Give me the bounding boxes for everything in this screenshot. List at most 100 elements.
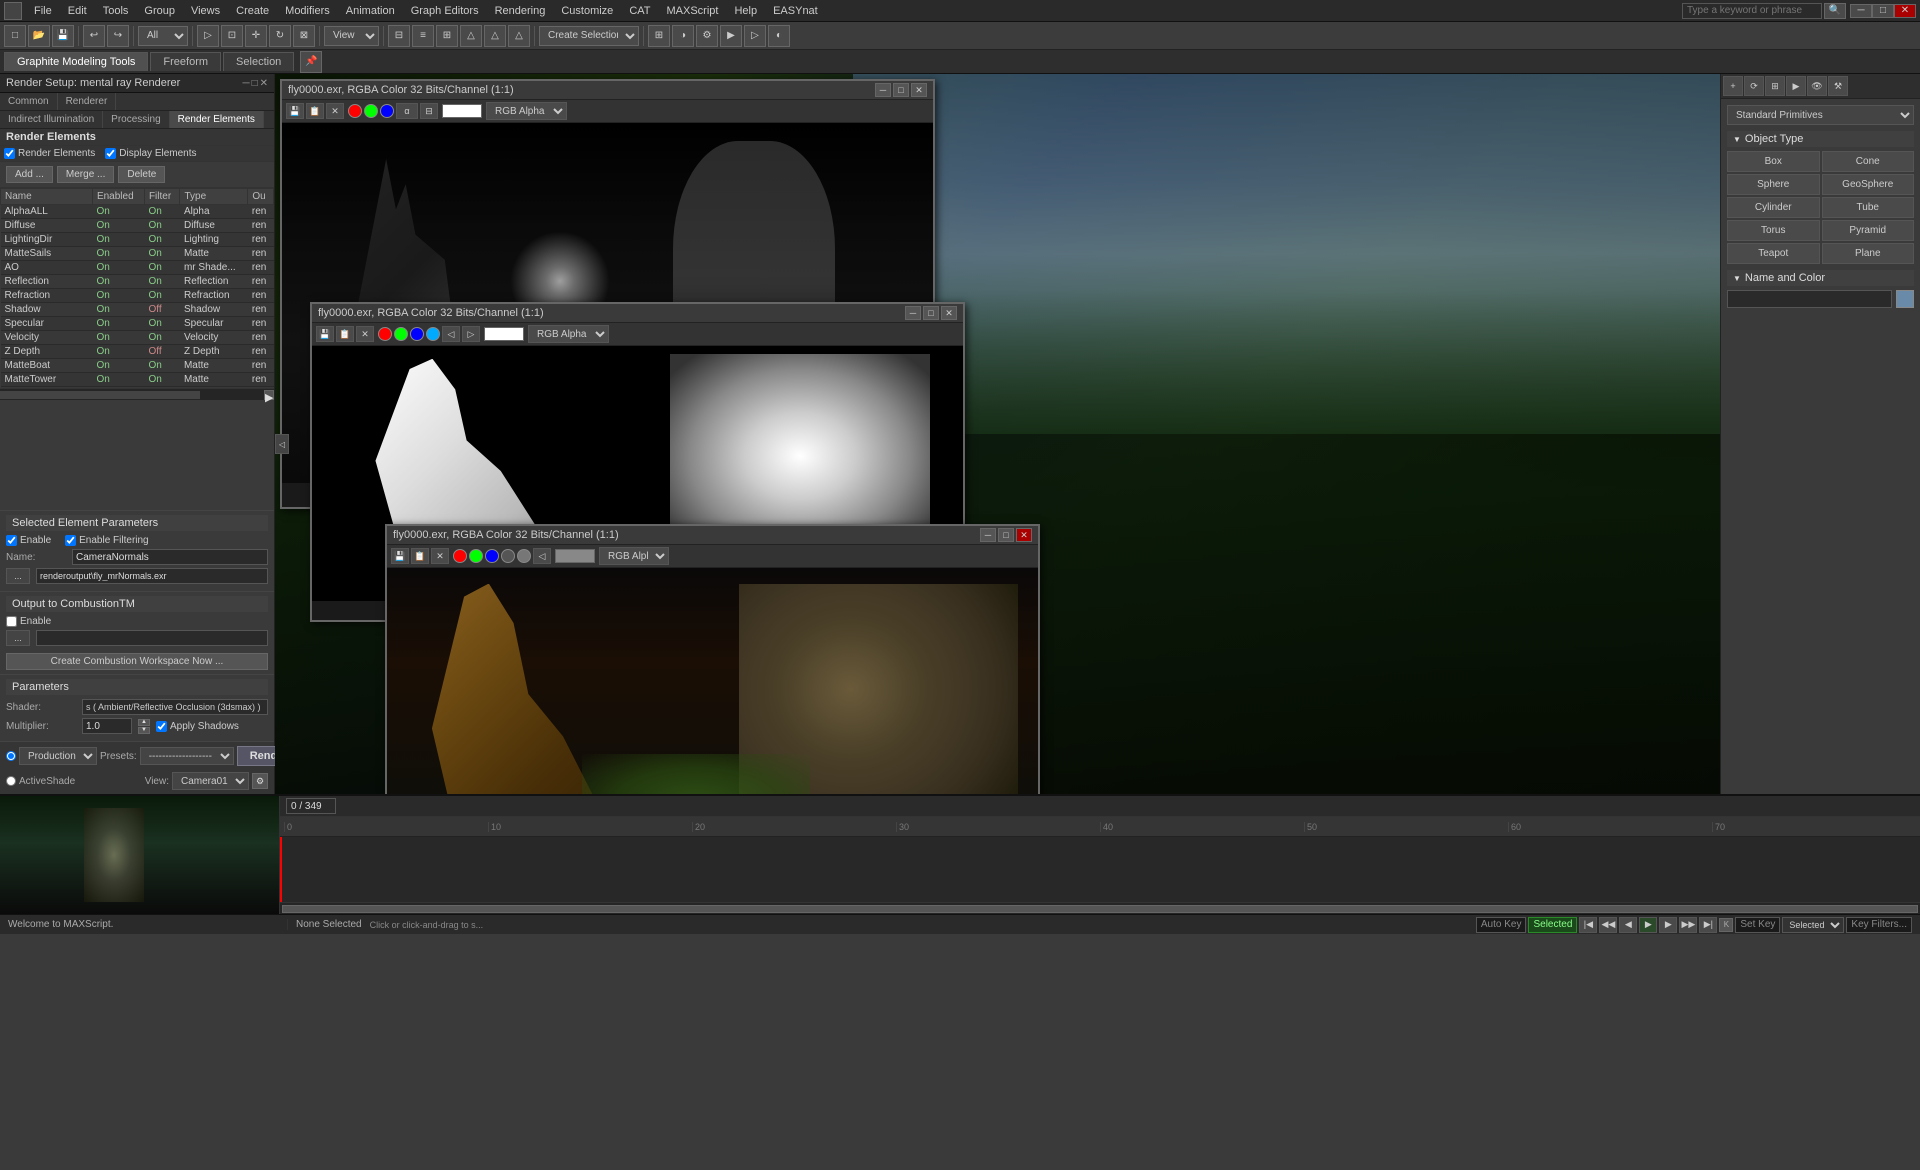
rw3-save-btn[interactable]: 💾 (391, 548, 409, 564)
snap-btn[interactable]: △ (460, 25, 482, 47)
menu-views[interactable]: Views (183, 3, 228, 19)
multiplier-input[interactable] (82, 718, 132, 734)
prev-frame-btn[interactable]: ◀ (1619, 917, 1637, 933)
render-element-row[interactable]: Shadow On Off Shadow ren (1, 303, 274, 317)
obj-cone-btn[interactable]: Cone (1822, 151, 1915, 172)
render-element-row[interactable]: MatteSails On On Matte ren (1, 247, 274, 261)
key-filters-btn[interactable]: Key Filters... (1846, 917, 1912, 933)
render-element-row[interactable]: Velocity On On Velocity ren (1, 331, 274, 345)
rw1-titlebar[interactable]: fly0000.exr, RGBA Color 32 Bits/Channel … (282, 81, 933, 100)
rw1-copy-btn[interactable]: 📋 (306, 103, 324, 119)
object-color-swatch[interactable] (1896, 290, 1914, 308)
selection-set-dropdown[interactable]: Create Selection Set (539, 26, 639, 46)
obj-sphere-btn[interactable]: Sphere (1727, 174, 1820, 195)
next-key-btn[interactable]: ▶▶ (1679, 917, 1697, 933)
menu-create[interactable]: Create (228, 3, 277, 19)
select-obj-btn[interactable]: ▷ (197, 25, 219, 47)
rw2-maximize-btn[interactable]: □ (923, 306, 939, 320)
render-element-row[interactable]: LightingDir On On Lighting ren (1, 233, 274, 247)
array-btn[interactable]: ⊞ (436, 25, 458, 47)
display-elements-checkbox[interactable]: Display Elements (105, 148, 196, 159)
obj-teapot-btn[interactable]: Teapot (1727, 243, 1820, 264)
enable-filtering-checkbox[interactable]: Enable Filtering (65, 535, 148, 546)
menu-group[interactable]: Group (136, 3, 183, 19)
render-element-row[interactable]: Refraction On On Refraction ren (1, 289, 274, 303)
rp-hierarchy-btn[interactable]: ⊞ (1765, 76, 1785, 96)
layer-dropdown[interactable]: All (138, 26, 188, 46)
rp-motion-btn[interactable]: ▶ (1786, 76, 1806, 96)
obj-box-btn[interactable]: Box (1727, 151, 1820, 172)
select-region-btn[interactable]: ⊡ (221, 25, 243, 47)
scale-btn[interactable]: ⊠ (293, 25, 315, 47)
rw3-close-btn[interactable]: ✕ (1016, 528, 1032, 542)
timeline-track[interactable] (280, 837, 1920, 902)
panel-minimize-btn[interactable]: ─ (242, 78, 249, 89)
multiplier-up-btn[interactable]: ▲ (138, 719, 150, 726)
render-element-row[interactable]: AO On On mr Shade... ren (1, 261, 274, 275)
rw2-channel-dropdown[interactable]: RGB Alpha (528, 325, 609, 343)
search-input[interactable] (1682, 3, 1822, 19)
obj-tube-btn[interactable]: Tube (1822, 197, 1915, 218)
activeshade-radio[interactable] (6, 776, 16, 786)
rw1-close-btn[interactable]: ✕ (911, 83, 927, 97)
rp-create-btn[interactable]: + (1723, 76, 1743, 96)
merge-element-btn[interactable]: Merge ... (57, 166, 114, 183)
reference-dropdown[interactable]: View (324, 26, 379, 46)
obj-pyramid-btn[interactable]: Pyramid (1822, 220, 1915, 241)
rw1-delete-btn[interactable]: ✕ (326, 103, 344, 119)
menu-modifiers[interactable]: Modifiers (277, 3, 338, 19)
snap3d-btn[interactable]: △ (508, 25, 530, 47)
search-btn[interactable]: 🔍 (1824, 3, 1846, 19)
rp-modify-btn[interactable]: ⟳ (1744, 76, 1764, 96)
rw2-titlebar[interactable]: fly0000.exr, RGBA Color 32 Bits/Channel … (312, 304, 963, 323)
rw1-maximize-btn[interactable]: □ (893, 83, 909, 97)
primitives-dropdown[interactable]: Standard Primitives (1727, 105, 1914, 125)
table-scroll-right[interactable]: ▶ (264, 390, 274, 400)
redo-btn[interactable]: ↪ (107, 25, 129, 47)
apply-shadows-checkbox[interactable]: Apply Shadows (156, 721, 239, 732)
rw2-toggle2-btn[interactable]: ▷ (462, 326, 480, 342)
rw1-blue-channel[interactable] (380, 104, 394, 118)
align-btn[interactable]: ≡ (412, 25, 434, 47)
shader-value[interactable]: s ( Ambient/Reflective Occlusion (3dsmax… (82, 699, 268, 715)
selected-dropdown[interactable]: Selected (1782, 917, 1844, 933)
menu-customize[interactable]: Customize (553, 3, 621, 19)
snap2d-btn[interactable]: △ (484, 25, 506, 47)
menu-tools[interactable]: Tools (95, 3, 137, 19)
render-last-btn[interactable]: ▷ (744, 25, 766, 47)
rw2-cyan-channel[interactable] (426, 327, 440, 341)
rotate-btn[interactable]: ↻ (269, 25, 291, 47)
rw3-red-channel[interactable] (453, 549, 467, 563)
menu-cat[interactable]: CAT (621, 3, 658, 19)
menu-file[interactable]: File (26, 3, 60, 19)
render-frame-btn[interactable]: ▶ (720, 25, 742, 47)
rw3-delete-btn[interactable]: ✕ (431, 548, 449, 564)
render-element-row[interactable]: Z Depth On Off Z Depth ren (1, 345, 274, 359)
tab-indirect[interactable]: Indirect Illumination (0, 111, 103, 128)
render-setup-btn[interactable]: ⚙ (696, 25, 718, 47)
timeline-scroll-handle[interactable] (282, 905, 1918, 913)
output-path-input[interactable] (36, 568, 268, 584)
rw3-grey-swatch2[interactable] (517, 549, 531, 563)
obj-geosphere-btn[interactable]: GeoSphere (1822, 174, 1915, 195)
menu-graph-editors[interactable]: Graph Editors (403, 3, 487, 19)
menu-maxscript[interactable]: MAXScript (659, 3, 727, 19)
open-btn[interactable]: 📂 (28, 25, 50, 47)
move-btn[interactable]: ✛ (245, 25, 267, 47)
tab-graphite[interactable]: Graphite Modeling Tools (4, 52, 148, 71)
camera-settings-btn[interactable]: ⚙ (252, 773, 268, 789)
rw3-maximize-btn[interactable]: □ (998, 528, 1014, 542)
panel-restore-btn[interactable]: □ (252, 78, 258, 89)
close-app-btn[interactable]: ✕ (1894, 4, 1916, 18)
view-dropdown[interactable]: Camera01 (172, 772, 249, 790)
render-element-row[interactable]: MatteBoat On On Matte ren (1, 359, 274, 373)
tab-freeform[interactable]: Freeform (150, 52, 221, 71)
rw2-minimize-btn[interactable]: ─ (905, 306, 921, 320)
save-btn[interactable]: 💾 (52, 25, 74, 47)
tab-common[interactable]: Common (0, 93, 58, 110)
object-name-input[interactable] (1727, 290, 1892, 308)
delete-element-btn[interactable]: Delete (118, 166, 165, 183)
schematic-btn[interactable]: ⊞ (648, 25, 670, 47)
render-element-row[interactable]: Specular On On Specular ren (1, 317, 274, 331)
create-combustion-btn[interactable]: Create Combustion Workspace Now ... (6, 653, 268, 670)
